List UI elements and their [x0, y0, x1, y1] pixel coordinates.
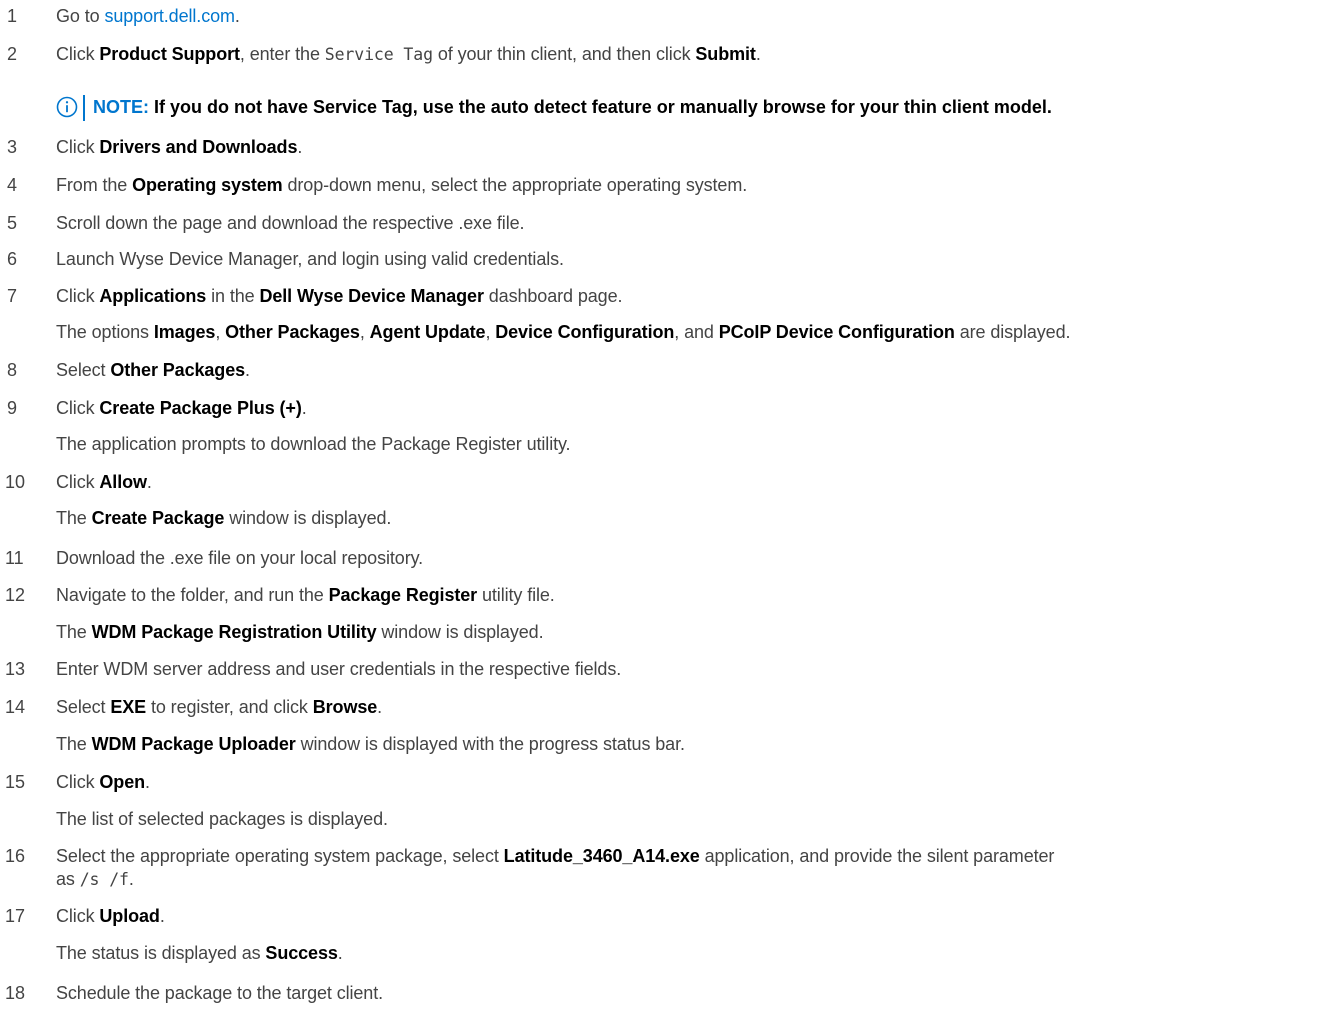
- step-9-result: The application prompts to download the …: [0, 431, 1321, 457]
- step-result-text: The WDM Package Registration Utility win…: [56, 622, 544, 642]
- note-label: NOTE:: [93, 97, 149, 117]
- step-15-result: The list of selected packages is display…: [0, 806, 1321, 832]
- step-number: 6: [7, 249, 18, 269]
- step-result-text: The application prompts to download the …: [56, 434, 571, 454]
- step-text: From the Operating system drop-down menu…: [56, 175, 748, 195]
- step-number: 17: [5, 906, 26, 926]
- step-14-result: The WDM Package Uploader window is displ…: [0, 731, 1321, 757]
- step-result-text: The status is displayed as Success.: [56, 943, 343, 963]
- step-2: 2 Click Product Support, enter the Servi…: [0, 41, 1321, 67]
- note-divider: [83, 95, 85, 121]
- step-text: Click Allow.: [56, 472, 152, 492]
- step-number: 1: [7, 6, 18, 26]
- step-number: 14: [5, 697, 26, 717]
- step-number: 3: [7, 137, 18, 157]
- step-text: Click Applications in the Dell Wyse Devi…: [56, 286, 623, 306]
- step-number: 5: [7, 213, 18, 233]
- step-number: 4: [7, 175, 18, 195]
- step-4: 4 From the Operating system drop-down me…: [0, 172, 1321, 198]
- step-result-text: The list of selected packages is display…: [56, 809, 388, 829]
- step-text: Select EXE to register, and click Browse…: [56, 697, 383, 717]
- step-text: Download the .exe file on your local rep…: [56, 548, 424, 568]
- step-11: 11 Download the .exe file on your local …: [0, 545, 1321, 571]
- step-16-continued: as /s /f.: [0, 866, 1321, 892]
- step-text: Enter WDM server address and user creden…: [56, 659, 622, 679]
- step-7: 7 Click Applications in the Dell Wyse De…: [0, 283, 1321, 309]
- step-result-text: The WDM Package Uploader window is displ…: [56, 734, 685, 754]
- step-5: 5 Scroll down the page and download the …: [0, 210, 1321, 236]
- step-text: Click Open.: [56, 772, 150, 792]
- note-text: NOTE: If you do not have Service Tag, us…: [93, 97, 1052, 117]
- step-text: Click Product Support, enter the Service…: [56, 44, 761, 64]
- step-text: Navigate to the folder, and run the Pack…: [56, 585, 555, 605]
- step-number: 9: [7, 398, 18, 418]
- step-text: Scroll down the page and download the re…: [56, 213, 525, 233]
- info-icon: [56, 96, 78, 118]
- step-6: 6 Launch Wyse Device Manager, and login …: [0, 246, 1321, 272]
- step-text: Select Other Packages.: [56, 360, 250, 380]
- step-17-result: The status is displayed as Success.: [0, 940, 1321, 966]
- step-15: 15 Click Open.: [0, 769, 1321, 795]
- step-17: 17 Click Upload.: [0, 903, 1321, 929]
- step-text: Schedule the package to the target clien…: [56, 983, 384, 1003]
- step-18: 18 Schedule the package to the target cl…: [0, 980, 1321, 1006]
- step-3: 3 Click Drivers and Downloads.: [0, 134, 1321, 160]
- step-12-result: The WDM Package Registration Utility win…: [0, 619, 1321, 645]
- step-7-result: The options Images, Other Packages, Agen…: [0, 319, 1321, 345]
- step-result-text: The options Images, Other Packages, Agen…: [56, 322, 1071, 342]
- step-number: 12: [5, 585, 26, 605]
- step-text: Click Create Package Plus (+).: [56, 398, 307, 418]
- step-result-text: The Create Package window is displayed.: [56, 508, 392, 528]
- step-number: 8: [7, 360, 18, 380]
- step-8: 8 Select Other Packages.: [0, 357, 1321, 383]
- step-number: 13: [5, 659, 26, 679]
- step-number: 18: [5, 983, 26, 1003]
- silent-parameter-code: /s /f: [79, 870, 129, 889]
- step-10: 10 Click Allow.: [0, 469, 1321, 495]
- step-12: 12 Navigate to the folder, and run the P…: [0, 582, 1321, 608]
- step-9: 9 Click Create Package Plus (+).: [0, 395, 1321, 421]
- step-13: 13 Enter WDM server address and user cre…: [0, 656, 1321, 682]
- step-number: 2: [7, 44, 18, 64]
- step-1: 1 Go to support.dell.com.: [0, 3, 1321, 29]
- step-14: 14 Select EXE to register, and click Bro…: [0, 694, 1321, 720]
- service-tag-code: Service Tag: [324, 45, 433, 64]
- step-number: 7: [7, 286, 18, 306]
- step-number: 15: [5, 772, 26, 792]
- step-10-result: The Create Package window is displayed.: [0, 505, 1321, 531]
- step-number: 11: [5, 548, 24, 568]
- step-text: Go to support.dell.com.: [56, 6, 240, 26]
- step-text: Click Drivers and Downloads.: [56, 137, 303, 157]
- step-text: Click Upload.: [56, 906, 165, 926]
- step-text-continued: as /s /f.: [56, 869, 134, 889]
- step-text: Launch Wyse Device Manager, and login us…: [56, 249, 564, 269]
- support-link[interactable]: support.dell.com: [104, 6, 235, 26]
- step-number: 10: [5, 472, 26, 492]
